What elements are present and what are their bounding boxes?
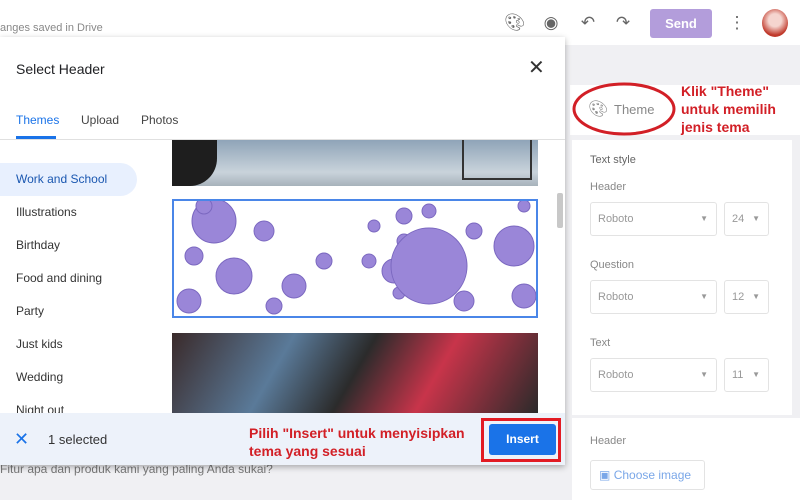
choose-image-button[interactable]: ▣ Choose image [590,460,705,490]
bubble [511,283,536,309]
category-item[interactable]: Work and School [0,163,137,196]
bubble [215,257,253,295]
avatar[interactable] [762,9,788,37]
bubble [367,219,381,233]
tab-upload[interactable]: Upload [81,113,119,127]
bubble [390,227,468,305]
theme-image-painted-hands[interactable] [172,333,538,413]
scrollbar[interactable] [557,193,563,228]
category-item[interactable]: Food and dining [0,262,137,295]
bubble [315,252,333,270]
dialog-title: Select Header [16,61,105,77]
header-size-select[interactable]: 24 ▼ [724,202,769,236]
theme-annotation: Klik "Theme" untuk memilih jenis tema [681,83,776,135]
bubble [395,207,413,225]
bubble [265,297,283,315]
close-icon[interactable]: ✕ [528,55,545,80]
category-item[interactable]: Illustrations [0,196,137,229]
question-font-select[interactable]: Roboto ▼ [590,280,717,314]
theme-image-purple-bubbles[interactable] [172,199,538,318]
question-size-select[interactable]: 12 ▼ [724,280,769,314]
select-header-dialog: Select Header ✕ Themes Upload Photos Wor… [0,37,565,465]
bubble [493,225,535,267]
header-font-label: Header [590,181,627,193]
bubble [281,273,307,299]
more-vert-icon[interactable]: ⋮ [727,13,747,33]
insert-annotation: Pilih "Insert" untuk menyisipkan tema ya… [249,425,465,459]
image-icon: ▣ [599,468,611,482]
send-button[interactable]: Send [650,9,712,38]
bubble [253,220,275,242]
eye-icon[interactable]: ◉ [541,13,561,33]
header-section-label: Header [590,435,627,447]
theme-image-sky[interactable] [172,140,538,186]
text-font-label: Text [590,337,611,349]
question-font-label: Question [590,259,635,271]
text-style-label: Text style [590,154,636,166]
clear-selection-icon[interactable]: ✕ [14,429,29,450]
palette-icon[interactable]: 🎨︎ [504,13,526,33]
category-item[interactable]: Just kids [0,328,137,361]
bubble [184,246,204,266]
text-size-select[interactable]: 11 ▼ [724,358,769,392]
redo-icon[interactable]: ↷ [613,13,633,33]
save-status: anges saved in Drive [0,22,103,34]
category-item[interactable]: Wedding [0,361,137,394]
insert-button[interactable]: Insert [489,424,556,455]
category-item[interactable]: Birthday [0,229,137,262]
annotation-ellipse [572,82,676,136]
bubble [465,222,483,240]
bubble [517,201,531,213]
text-font-select[interactable]: Roboto ▼ [590,358,717,392]
bubble [195,201,213,215]
bubble [453,290,475,312]
undo-icon[interactable]: ↶ [578,13,598,33]
bubble [176,288,202,314]
bubble [361,253,377,269]
tab-photos[interactable]: Photos [141,113,178,127]
tab-themes[interactable]: Themes [16,113,59,127]
bubble [421,203,437,219]
selected-count: 1 selected [48,432,108,447]
category-item[interactable]: Party [0,295,137,328]
header-font-select[interactable]: Roboto ▼ [590,202,717,236]
